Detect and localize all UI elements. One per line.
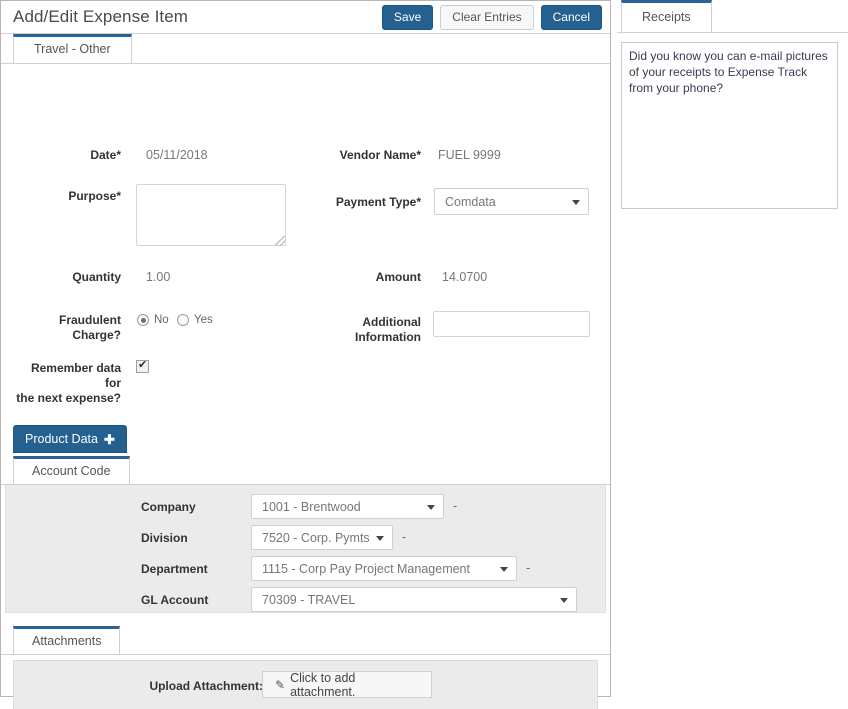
upload-attachment-label: Upload Attachment: bbox=[128, 679, 263, 694]
fraudulent-charge-label-line1: Fraudulent bbox=[21, 313, 121, 328]
gl-account-select[interactable]: 70309 - TRAVEL bbox=[251, 587, 577, 612]
gl-account-value: 70309 - TRAVEL bbox=[262, 593, 355, 607]
payment-type-value: Comdata bbox=[445, 195, 496, 209]
fraudulent-charge-label-line2: Charge? bbox=[21, 328, 121, 343]
division-select[interactable]: 7520 - Corp. Pymts bbox=[251, 525, 393, 550]
department-value: 1115 - Corp Pay Project Management bbox=[262, 562, 470, 576]
account-code-panel: Company 1001 - Brentwood - Division 7520… bbox=[5, 485, 606, 613]
remember-data-label-line3: the next expense? bbox=[11, 391, 121, 406]
additional-information-label-line1: Additional bbox=[311, 315, 421, 330]
account-code-section: Account Code Company 1001 - Brentwood - … bbox=[1, 456, 610, 613]
plus-icon: ✚ bbox=[104, 433, 115, 446]
department-label: Department bbox=[141, 562, 246, 577]
remember-data-label-line2: for bbox=[11, 376, 121, 391]
purpose-resize-grip[interactable] bbox=[275, 236, 285, 246]
add-edit-expense-item-window: Add/Edit Expense Item Save Clear Entries… bbox=[0, 0, 611, 697]
receipts-panel: Receipts Did you know you can e-mail pic… bbox=[617, 0, 848, 222]
attachments-tab-strip: Attachments bbox=[1, 626, 610, 655]
chevron-down-icon bbox=[427, 505, 435, 510]
attachments-panel: Upload Attachment: ✎ Click to add attach… bbox=[13, 660, 598, 709]
tab-attachments[interactable]: Attachments bbox=[13, 626, 120, 654]
receipts-message-box: Did you know you can e-mail pictures of … bbox=[621, 42, 838, 209]
division-value: 7520 - Corp. Pymts bbox=[262, 531, 370, 545]
division-label: Division bbox=[141, 531, 246, 546]
attachments-section: Attachments Upload Attachment: ✎ Click t… bbox=[1, 626, 610, 709]
receipts-tab-strip: Receipts bbox=[617, 0, 848, 33]
product-data-button[interactable]: Product Data ✚ bbox=[13, 425, 127, 453]
department-select[interactable]: 1115 - Corp Pay Project Management bbox=[251, 556, 517, 581]
purpose-input[interactable] bbox=[136, 184, 286, 246]
radio-no-label: No bbox=[154, 314, 169, 326]
paperclip-icon: ✎ bbox=[275, 678, 285, 692]
page-title: Add/Edit Expense Item bbox=[13, 7, 188, 27]
gl-account-label: GL Account bbox=[141, 593, 246, 608]
clear-entries-button-header[interactable]: Clear Entries bbox=[440, 5, 533, 30]
quantity-label: Quantity bbox=[31, 270, 121, 285]
product-data-label: Product Data bbox=[25, 432, 98, 446]
chevron-down-icon bbox=[376, 536, 384, 541]
radio-yes-label: Yes bbox=[194, 314, 213, 326]
chevron-down-icon bbox=[560, 598, 568, 603]
quantity-value: 1.00 bbox=[146, 270, 170, 284]
payment-type-label: Payment Type* bbox=[301, 195, 421, 210]
company-value: 1001 - Brentwood bbox=[262, 500, 361, 514]
date-label: Date* bbox=[31, 148, 121, 163]
department-suffix-dash: - bbox=[526, 561, 530, 575]
chevron-down-icon bbox=[572, 200, 580, 205]
amount-value: 14.0700 bbox=[442, 270, 487, 284]
expense-item-screen: Add/Edit Expense Item Save Clear Entries… bbox=[0, 0, 848, 709]
add-attachment-label: Click to add attachment. bbox=[290, 671, 419, 699]
radio-yes-icon[interactable] bbox=[177, 314, 189, 326]
fraudulent-radio-yes[interactable]: Yes bbox=[177, 314, 213, 326]
main-tab-strip: Travel - Other bbox=[1, 34, 610, 64]
date-value: 05/11/2018 bbox=[146, 148, 208, 162]
cancel-button-header[interactable]: Cancel bbox=[541, 5, 602, 30]
company-select[interactable]: 1001 - Brentwood bbox=[251, 494, 444, 519]
radio-no-icon[interactable] bbox=[137, 314, 149, 326]
remember-data-checkbox[interactable] bbox=[136, 360, 149, 373]
receipts-message: Did you know you can e-mail pictures of … bbox=[629, 49, 828, 95]
tab-receipts[interactable]: Receipts bbox=[621, 0, 712, 32]
payment-type-select[interactable]: Comdata bbox=[434, 188, 589, 215]
account-code-tab-strip: Account Code bbox=[1, 456, 610, 485]
header-button-group: Save Clear Entries Cancel bbox=[382, 5, 602, 30]
window-title-bar: Add/Edit Expense Item Save Clear Entries… bbox=[1, 1, 610, 34]
remember-data-label-line1: Remember data bbox=[11, 361, 121, 376]
add-attachment-button[interactable]: ✎ Click to add attachment. bbox=[262, 671, 432, 698]
save-button-header[interactable]: Save bbox=[382, 5, 433, 30]
company-suffix-dash: - bbox=[453, 499, 457, 513]
chevron-down-icon bbox=[500, 567, 508, 572]
division-suffix-dash: - bbox=[402, 530, 406, 544]
vendor-name-label: Vendor Name* bbox=[281, 148, 421, 163]
tab-travel-other[interactable]: Travel - Other bbox=[13, 34, 132, 63]
fraudulent-radio-no[interactable]: No bbox=[137, 314, 169, 326]
amount-label: Amount bbox=[301, 270, 421, 285]
purpose-label: Purpose* bbox=[31, 189, 121, 204]
company-label: Company bbox=[141, 500, 246, 515]
additional-information-label-line2: Information bbox=[311, 330, 421, 345]
additional-information-input[interactable] bbox=[433, 311, 590, 337]
tab-account-code[interactable]: Account Code bbox=[13, 456, 130, 484]
vendor-name-value: FUEL 9999 bbox=[438, 148, 501, 162]
